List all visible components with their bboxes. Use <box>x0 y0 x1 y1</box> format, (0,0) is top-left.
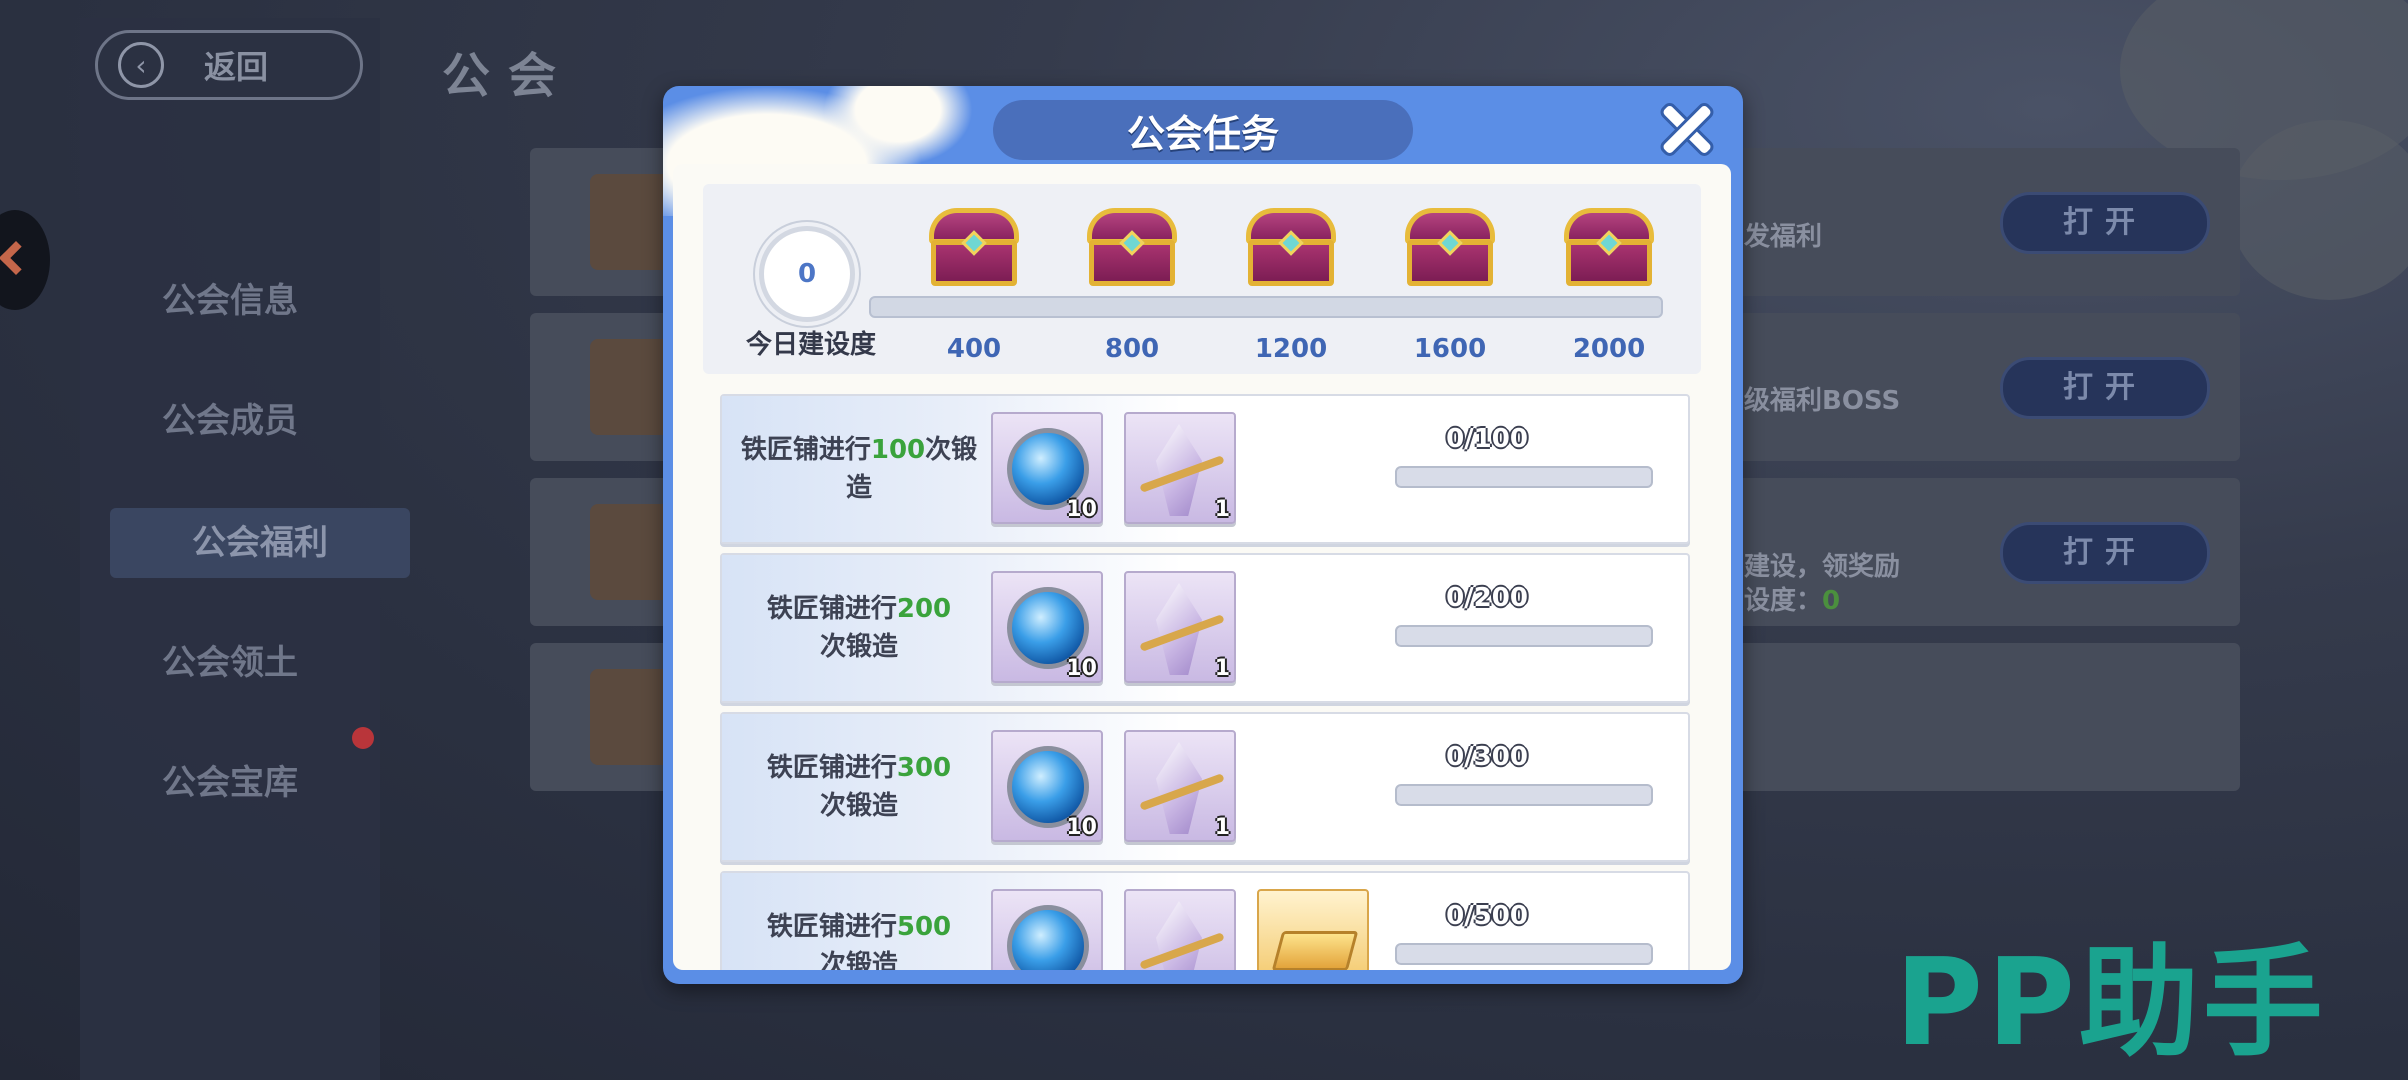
welfare-row-text: 级福利BOSS <box>1744 386 1901 416</box>
open-button[interactable]: 打开 <box>2000 522 2210 584</box>
daily-progress-bar <box>869 296 1663 318</box>
task-count: 200 <box>896 594 952 624</box>
task-row: 铁匠铺进行100次锻造 10 1 0/100 <box>720 394 1690 544</box>
guild-task-modal: 公会任务 0 今日建设度 400 800 1200 1600 2000 铁匠铺进… <box>663 86 1743 984</box>
task-prefix: 铁匠铺进行 <box>766 912 897 942</box>
open-button[interactable]: 打开 <box>2000 357 2210 419</box>
watermark: PP助手 <box>1895 934 2327 1073</box>
reward-slot[interactable]: 1 <box>1124 571 1236 683</box>
modal-splash-decoration <box>823 86 973 166</box>
reward-count: 1 <box>1214 815 1230 840</box>
welfare-row-text: 建设，领奖励 <box>1744 552 1901 582</box>
reward-slot[interactable]: 1 <box>1124 730 1236 842</box>
today-construction-value: 0 <box>759 226 855 322</box>
task-count: 500 <box>896 912 952 942</box>
task-description: 铁匠铺进行100次锻造 <box>734 396 984 542</box>
task-suffix: 次锻造 <box>819 791 898 821</box>
task-count: 100 <box>870 435 926 465</box>
reward-slot[interactable] <box>1257 889 1369 970</box>
welfare-row-text: 发福利 <box>1744 222 1823 252</box>
reward-count: 10 <box>1066 815 1097 840</box>
task-row: 铁匠铺进行200 次锻造 10 1 0/200 <box>720 553 1690 703</box>
task-prefix: 铁匠铺进行 <box>740 435 871 465</box>
sidebar-item-guild-territory[interactable]: 公会领土 <box>110 628 350 698</box>
water-orb-icon <box>1007 905 1089 970</box>
reward-count: 1 <box>1214 656 1230 681</box>
task-suffix: 次锻造 <box>819 950 898 970</box>
reward-slot[interactable]: 10 <box>991 571 1103 683</box>
task-description: 铁匠铺进行300 次锻造 <box>734 714 984 860</box>
reward-count: 10 <box>1066 656 1097 681</box>
milestone-label: 800 <box>1104 334 1160 364</box>
sidebar-item-guild-members[interactable]: 公会成员 <box>110 386 350 456</box>
sidebar-item-guild-vault[interactable]: 公会宝库 <box>110 748 350 818</box>
construction-value: 0 <box>1822 586 1841 616</box>
reward-count: 10 <box>1066 497 1097 522</box>
reward-slot[interactable] <box>991 889 1103 970</box>
task-progress-bar <box>1395 784 1653 806</box>
page-title: 公会 <box>442 48 575 104</box>
task-prefix: 铁匠铺进行 <box>766 594 897 624</box>
back-button[interactable]: ‹ 返回 <box>95 30 363 100</box>
task-progress-bar <box>1395 943 1653 965</box>
notification-dot <box>352 727 374 749</box>
reward-count: 1 <box>1214 497 1230 522</box>
milestone-label: 400 <box>946 334 1002 364</box>
treasure-chest-icon[interactable] <box>1564 208 1654 286</box>
back-button-label: 返回 <box>204 48 269 86</box>
gold-bar-icon <box>1271 931 1359 970</box>
sidebar-item-guild-info[interactable]: 公会信息 <box>110 266 350 336</box>
treasure-chest-icon[interactable] <box>929 208 1019 286</box>
daily-progress-area: 0 今日建设度 400 800 1200 1600 2000 <box>703 184 1701 374</box>
treasure-chest-icon[interactable] <box>1405 208 1495 286</box>
milestone-label: 1600 <box>1413 334 1487 364</box>
task-progress-text: 0/200 <box>1446 583 1528 613</box>
modal-body: 0 今日建设度 400 800 1200 1600 2000 铁匠铺进行100次… <box>673 164 1731 970</box>
milestone-label: 1200 <box>1254 334 1328 364</box>
task-row: 铁匠铺进行300 次锻造 10 1 0/300 <box>720 712 1690 862</box>
back-arrow-icon: ‹ <box>118 42 164 88</box>
task-progress-text: 0/100 <box>1446 424 1528 454</box>
modal-title: 公会任务 <box>993 100 1413 160</box>
today-construction-label: 今日建设度 <box>745 330 876 360</box>
task-progress-bar <box>1395 625 1653 647</box>
reward-slot[interactable]: 10 <box>991 730 1103 842</box>
treasure-chest-icon[interactable] <box>1087 208 1177 286</box>
task-progress-text: 0/300 <box>1446 742 1528 772</box>
construction-label: 设度： <box>1744 586 1823 616</box>
sidebar-item-guild-welfare[interactable]: 公会福利 <box>110 508 410 578</box>
reward-slot[interactable]: 1 <box>1124 412 1236 524</box>
task-progress-text: 0/500 <box>1446 901 1528 931</box>
milestone-label: 2000 <box>1572 334 1646 364</box>
welfare-row-text: 设度：0 <box>1744 580 1840 617</box>
task-progress-bar <box>1395 466 1653 488</box>
reward-slot[interactable]: 10 <box>991 412 1103 524</box>
task-description: 铁匠铺进行500 次锻造 <box>734 873 984 970</box>
treasure-chest-icon[interactable] <box>1246 208 1336 286</box>
task-prefix: 铁匠铺进行 <box>766 753 897 783</box>
open-button[interactable]: 打开 <box>2000 192 2210 254</box>
reward-slot[interactable] <box>1124 889 1236 970</box>
task-row: 铁匠铺进行500 次锻造 0/500 <box>720 871 1690 970</box>
task-suffix: 次锻造 <box>819 632 898 662</box>
close-icon[interactable] <box>1653 96 1719 162</box>
task-description: 铁匠铺进行200 次锻造 <box>734 555 984 701</box>
task-count: 300 <box>896 753 952 783</box>
